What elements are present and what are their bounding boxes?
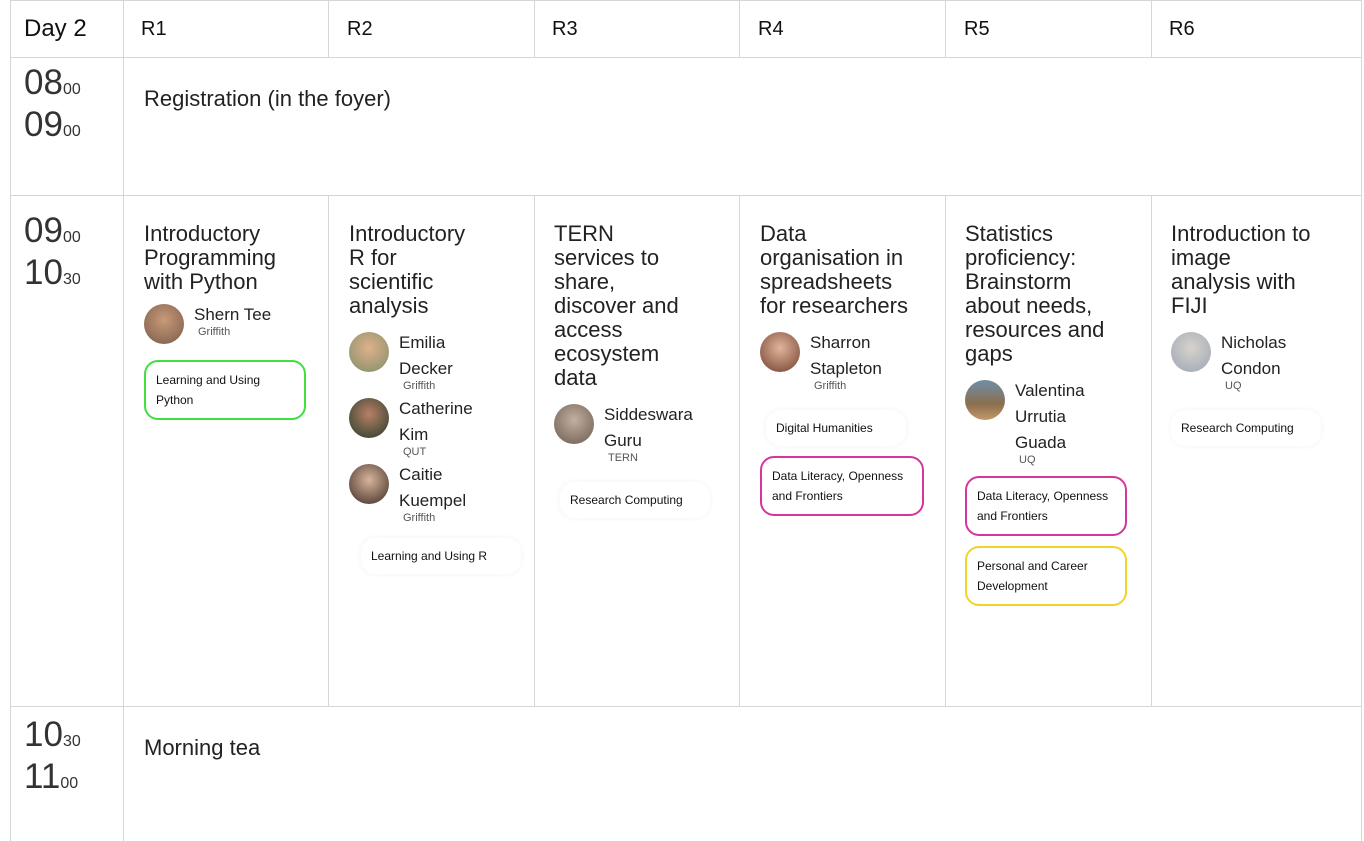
grid-line <box>534 0 535 57</box>
topic-tag[interactable]: Research Computing <box>560 482 710 518</box>
room-header-r6: R6 <box>1169 17 1195 40</box>
avatar <box>144 304 184 344</box>
speaker-org: UQ <box>1225 380 1242 392</box>
speaker[interactable]: Sharron Stapleton Griffith <box>760 330 935 392</box>
time-slot-sessions: 0900 1030 <box>24 210 81 294</box>
speaker-name: Nicholas Condon <box>1221 333 1287 378</box>
topic-tag[interactable]: Digital Humanities <box>766 410 906 446</box>
speaker[interactable]: Valentina Urrutia Guada UQ <box>965 378 1140 466</box>
grid-line <box>1151 0 1152 57</box>
session-r4[interactable]: Data organisation in spreadsheets for re… <box>760 222 935 516</box>
session-r6[interactable]: Introduction to image analysis with FIJI… <box>1171 222 1351 446</box>
topic-tag[interactable]: Learning and Using R <box>361 538 521 574</box>
topic-tag[interactable]: Data Literacy, Openness and Frontiers <box>965 476 1127 536</box>
end-time: 1030 <box>24 253 81 292</box>
speaker[interactable]: Caitie Kuempel Griffith <box>349 462 519 524</box>
session-r5[interactable]: Statistics proficiency: Brainstorm about… <box>965 222 1140 606</box>
topic-tag[interactable]: Personal and Career Development <box>965 546 1127 606</box>
grid-line <box>123 0 124 841</box>
speaker-name: Emilia Decker <box>399 333 453 378</box>
grid-line <box>945 195 946 707</box>
grid-line <box>10 706 1362 707</box>
speaker-name: Sharron Stapleton <box>810 333 882 378</box>
room-header-r4: R4 <box>758 17 784 40</box>
time-slot-registration: 0800 0900 <box>24 62 81 146</box>
schedule-grid: Day 2 R1 R2 R3 R4 R5 R6 0800 0900 Regist… <box>10 0 1362 841</box>
start-time: 0900 <box>24 211 81 250</box>
session-title[interactable]: Statistics proficiency: Brainstorm about… <box>965 222 1115 366</box>
avatar <box>760 332 800 372</box>
grid-line <box>945 0 946 57</box>
avatar <box>554 404 594 444</box>
speaker-org: TERN <box>608 452 638 464</box>
end-time: 0900 <box>24 105 81 144</box>
grid-line <box>10 0 1362 1</box>
speaker-name: Catherine Kim <box>399 399 473 444</box>
speaker[interactable]: Nicholas Condon UQ <box>1171 330 1351 392</box>
session-r2[interactable]: Introductory R for scientific analysis E… <box>349 222 521 574</box>
session-title[interactable]: Introductory R for scientific analysis <box>349 222 484 318</box>
grid-line <box>328 195 329 707</box>
grid-line <box>739 195 740 707</box>
avatar <box>1171 332 1211 372</box>
time-slot-morning-tea: 1030 1100 <box>24 714 81 798</box>
speaker-name: Valentina Urrutia Guada <box>1015 381 1085 452</box>
grid-line <box>1151 195 1152 707</box>
grid-line <box>739 0 740 57</box>
end-time: 1100 <box>24 757 79 796</box>
session-r3[interactable]: TERN services to share, discover and acc… <box>554 222 729 518</box>
registration-label: Registration (in the foyer) <box>144 86 391 111</box>
speaker[interactable]: Emilia Decker Griffith <box>349 330 519 392</box>
start-time: 1030 <box>24 715 81 754</box>
avatar <box>965 380 1005 420</box>
room-header-r3: R3 <box>552 17 578 40</box>
topic-tag[interactable]: Research Computing <box>1171 410 1321 446</box>
grid-line <box>10 195 1362 196</box>
speaker[interactable]: Catherine Kim QUT <box>349 396 519 458</box>
speaker-org: Griffith <box>403 380 436 392</box>
speaker-name: Siddeswara Guru <box>604 405 693 450</box>
session-title[interactable]: Data organisation in spreadsheets for re… <box>760 222 910 318</box>
speaker[interactable]: Shern Tee Griffith <box>144 302 314 350</box>
avatar <box>349 464 389 504</box>
avatar <box>349 398 389 438</box>
avatar <box>349 332 389 372</box>
topic-tag[interactable]: Data Literacy, Openness and Frontiers <box>760 456 924 516</box>
session-title[interactable]: Introduction to image analysis with FIJI <box>1171 222 1316 318</box>
grid-line <box>328 0 329 57</box>
grid-line <box>534 195 535 707</box>
day-label: Day 2 <box>24 15 87 42</box>
speaker[interactable]: Siddeswara Guru TERN <box>554 402 729 464</box>
grid-line <box>10 0 11 841</box>
speaker-org: UQ <box>1019 454 1036 466</box>
room-header-r2: R2 <box>347 17 373 40</box>
grid-line <box>10 57 1362 58</box>
start-time: 0800 <box>24 63 81 102</box>
session-title[interactable]: TERN services to share, discover and acc… <box>554 222 694 390</box>
grid-line <box>1361 0 1362 841</box>
speaker-org: QUT <box>403 446 427 458</box>
morning-tea-label: Morning tea <box>144 735 261 760</box>
session-r1[interactable]: Introductory Programming with Python She… <box>144 222 314 420</box>
room-header-r5: R5 <box>964 17 990 40</box>
speaker-name: Shern Tee <box>194 305 272 324</box>
speaker-name: Caitie Kuempel <box>399 465 467 510</box>
room-header-r1: R1 <box>141 17 167 40</box>
topic-tag[interactable]: Learning and Using Python <box>144 360 306 420</box>
session-title[interactable]: Introductory Programming with Python <box>144 222 294 294</box>
